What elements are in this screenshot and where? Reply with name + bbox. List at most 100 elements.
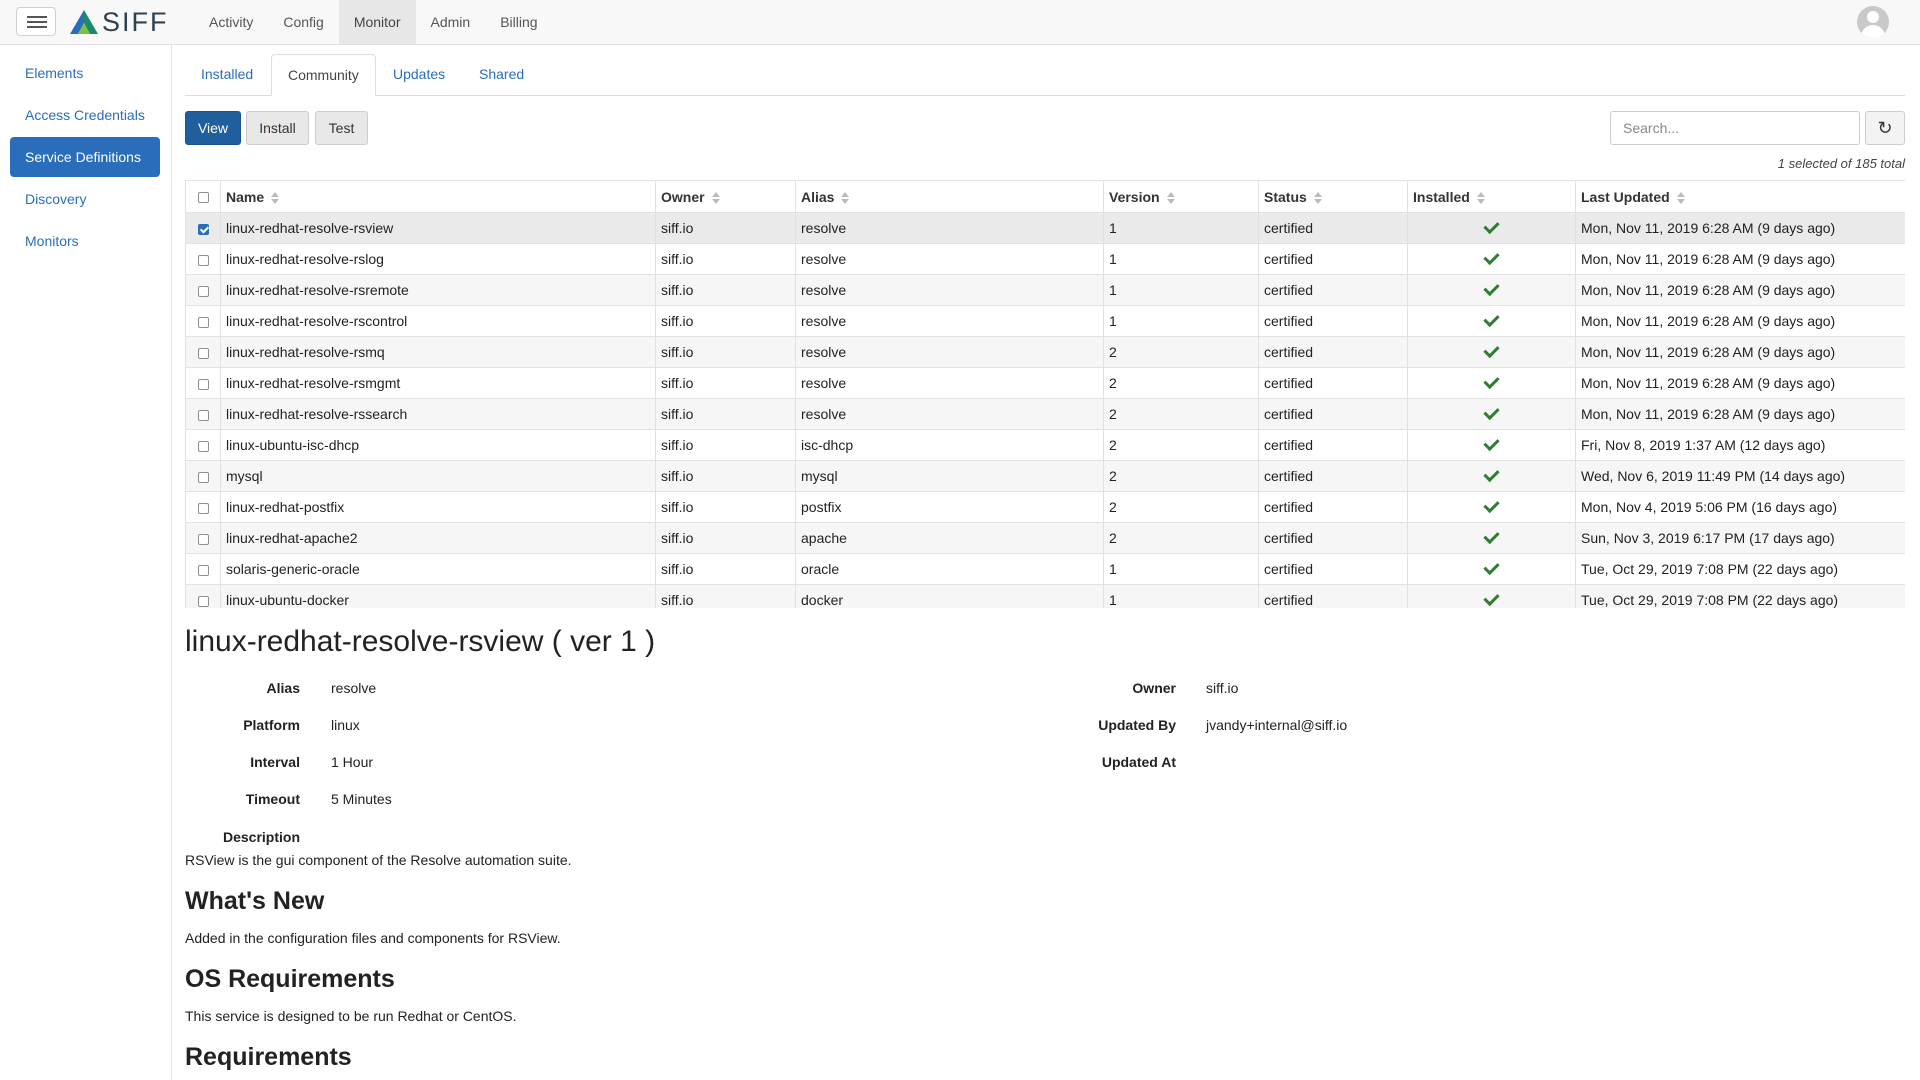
col-name-header[interactable]: Name — [220, 180, 656, 213]
sidebar-item-service-definitions[interactable]: Service Definitions — [10, 137, 160, 177]
col-last-updated-header[interactable]: Last Updated — [1575, 180, 1905, 213]
row-checkbox[interactable] — [197, 285, 209, 297]
tab-installed[interactable]: Installed — [185, 54, 269, 95]
table-row[interactable]: linux-redhat-resolve-rslog siff.io resolve… — [185, 243, 1905, 275]
col-status-header[interactable]: Status — [1258, 180, 1408, 213]
table-row[interactable]: linux-redhat-apache2 siff.io apache 2 certif… — [185, 522, 1905, 554]
cell-installed — [1407, 460, 1576, 492]
row-checkbox[interactable] — [197, 223, 209, 235]
check-icon — [1483, 248, 1500, 266]
table-row[interactable]: mysql siff.io mysql 2 certified Wed, Nov 6, 2… — [185, 460, 1905, 492]
nav-activity[interactable]: Activity — [194, 0, 268, 44]
brand-name: SIFF — [102, 6, 169, 37]
row-checkbox[interactable] — [197, 595, 209, 607]
cell-last-updated: Mon, Nov 11, 2019 6:28 AM (9 days ago) — [1575, 398, 1905, 430]
cell-owner: siff.io — [655, 553, 796, 585]
row-checkbox[interactable] — [197, 471, 209, 483]
table-row[interactable]: linux-redhat-resolve-rssearch siff.io reso… — [185, 398, 1905, 430]
nav-monitor[interactable]: Monitor — [338, 0, 416, 44]
view-button[interactable]: View — [185, 111, 241, 145]
cell-installed — [1407, 398, 1576, 430]
refresh-button[interactable]: ↻ — [1865, 111, 1905, 145]
cell-owner: siff.io — [655, 336, 796, 368]
cell-name: linux-redhat-resolve-rsview — [220, 212, 656, 244]
select-all-checkbox[interactable] — [197, 192, 209, 204]
user-avatar[interactable] — [1857, 6, 1889, 38]
check-icon — [1483, 589, 1500, 607]
cell-status: certified — [1258, 243, 1408, 275]
nav-billing[interactable]: Billing — [485, 0, 552, 44]
nav-config[interactable]: Config — [268, 0, 338, 44]
tab-shared[interactable]: Shared — [463, 54, 540, 95]
cell-last-updated: Wed, Nov 6, 2019 11:49 PM (14 days ago) — [1575, 460, 1905, 492]
col-installed-header[interactable]: Installed — [1407, 180, 1576, 213]
owner-label: Owner — [1132, 680, 1176, 696]
sidebar: Elements Access Credentials Service Defi… — [0, 45, 172, 1080]
row-checkbox[interactable] — [197, 316, 209, 328]
table-row[interactable]: linux-redhat-resolve-rscontrol siff.io res… — [185, 305, 1905, 337]
alias-value: resolve — [331, 680, 377, 696]
cell-name: linux-ubuntu-isc-dhcp — [220, 429, 656, 461]
sidebar-item-access-credentials[interactable]: Access Credentials — [10, 95, 160, 135]
table-row[interactable]: linux-ubuntu-isc-dhcp siff.io isc-dhcp 2 cer… — [185, 429, 1905, 461]
cell-status: certified — [1258, 274, 1408, 306]
cell-alias: resolve — [795, 398, 1104, 430]
sort-icon — [841, 191, 850, 204]
row-checkbox[interactable] — [197, 409, 209, 421]
cell-name: mysql — [220, 460, 656, 492]
search-input[interactable] — [1610, 111, 1860, 145]
top-navbar: SIFF Activity Config Monitor Admin Billi… — [0, 0, 1920, 45]
install-button[interactable]: Install — [246, 111, 309, 145]
col-version-header[interactable]: Version — [1103, 180, 1259, 213]
row-checkbox[interactable] — [197, 502, 209, 514]
cell-installed — [1407, 367, 1576, 399]
check-icon — [1483, 217, 1500, 235]
cell-version: 1 — [1103, 212, 1259, 244]
cell-status: certified — [1258, 584, 1408, 608]
col-alias-header[interactable]: Alias — [795, 180, 1104, 213]
os-requirements-heading: OS Requirements — [185, 965, 395, 993]
row-checkbox[interactable] — [197, 440, 209, 452]
table-row[interactable]: linux-redhat-postfix siff.io postfix 2 certi… — [185, 491, 1905, 523]
table-row[interactable]: linux-ubuntu-docker siff.io docker 1 certifi… — [185, 584, 1905, 608]
cell-installed — [1407, 491, 1576, 523]
cell-status: certified — [1258, 553, 1408, 585]
table-row[interactable]: linux-redhat-resolve-rsview siff.io resolv… — [185, 212, 1905, 244]
test-button[interactable]: Test — [315, 111, 368, 145]
user-icon — [1867, 11, 1879, 23]
row-checkbox[interactable] — [197, 378, 209, 390]
cell-name: solaris-generic-oracle — [220, 553, 656, 585]
cell-alias: oracle — [795, 553, 1104, 585]
cell-version: 2 — [1103, 491, 1259, 523]
check-icon — [1483, 403, 1500, 421]
cell-version: 2 — [1103, 429, 1259, 461]
os-requirements-text: This service is designed to be run Redha… — [185, 1008, 517, 1024]
table-row[interactable]: linux-redhat-resolve-rsremote siff.io reso… — [185, 274, 1905, 306]
table-row[interactable]: linux-redhat-resolve-rsmq siff.io resolve 2… — [185, 336, 1905, 368]
tab-updates[interactable]: Updates — [377, 54, 461, 95]
row-checkbox[interactable] — [197, 533, 209, 545]
cell-status: certified — [1258, 460, 1408, 492]
cell-last-updated: Mon, Nov 11, 2019 6:28 AM (9 days ago) — [1575, 243, 1905, 275]
check-icon — [1483, 496, 1500, 514]
cell-status: certified — [1258, 491, 1408, 523]
cell-version: 1 — [1103, 243, 1259, 275]
cell-owner: siff.io — [655, 522, 796, 554]
table-row[interactable]: solaris-generic-oracle siff.io oracle 1 cert… — [185, 553, 1905, 585]
row-checkbox[interactable] — [197, 564, 209, 576]
tab-community[interactable]: Community — [271, 54, 376, 96]
cell-last-updated: Mon, Nov 11, 2019 6:28 AM (9 days ago) — [1575, 336, 1905, 368]
siff-logo[interactable]: SIFF — [69, 6, 169, 37]
nav-admin[interactable]: Admin — [416, 0, 486, 44]
row-checkbox[interactable] — [197, 254, 209, 266]
cell-name: linux-redhat-resolve-rsmq — [220, 336, 656, 368]
col-owner-header[interactable]: Owner — [655, 180, 796, 213]
sidebar-item-discovery[interactable]: Discovery — [10, 179, 160, 219]
menu-toggle-button[interactable] — [16, 7, 56, 36]
table-row[interactable]: linux-redhat-resolve-rsmgmt siff.io resolv… — [185, 367, 1905, 399]
cell-installed — [1407, 212, 1576, 244]
cell-status: certified — [1258, 305, 1408, 337]
sidebar-item-monitors[interactable]: Monitors — [10, 221, 160, 261]
sidebar-item-elements[interactable]: Elements — [10, 53, 160, 93]
row-checkbox[interactable] — [197, 347, 209, 359]
